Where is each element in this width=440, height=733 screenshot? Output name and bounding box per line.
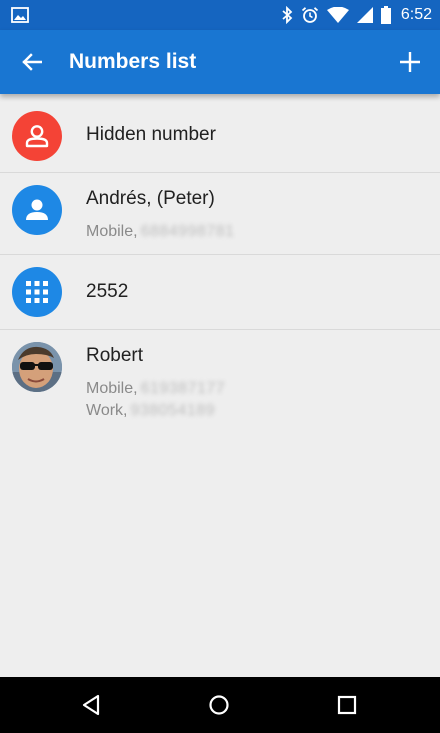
bluetooth-icon — [282, 6, 293, 24]
nav-recents-button[interactable] — [319, 677, 375, 733]
contact-name: 2552 — [86, 281, 129, 302]
add-number-button[interactable] — [392, 44, 428, 80]
person-icon — [12, 185, 62, 235]
nav-home-button[interactable] — [191, 677, 247, 733]
navigation-bar — [0, 677, 440, 733]
number-label: Work, — [86, 402, 128, 419]
number-value: 938054189 — [130, 402, 216, 419]
contact-name: Robert — [86, 345, 144, 366]
list-item-2552[interactable]: 2552 — [0, 255, 440, 330]
contact-name: Hidden number — [86, 124, 216, 145]
app-bar: Numbers list — [0, 30, 440, 94]
phone-number-line: Work, 938054189 — [86, 402, 215, 420]
list-item-hidden-number[interactable]: Hidden number — [0, 94, 440, 173]
picture-icon — [11, 7, 29, 23]
photo-avatar — [12, 342, 62, 392]
dialpad-icon — [12, 267, 62, 317]
screen: 6:52 Numbers list Hidden number Andrés, … — [0, 0, 440, 733]
list-item-andres[interactable]: Andrés, (Peter) Mobile, 6884998781 — [0, 173, 440, 255]
number-value: 6884998781 — [140, 223, 235, 240]
contact-name: Andrés, (Peter) — [86, 188, 215, 209]
wifi-icon — [326, 7, 349, 23]
nav-back-button[interactable] — [63, 677, 119, 733]
numbers-list: Hidden number Andrés, (Peter) Mobile, 688… — [0, 94, 440, 430]
status-time: 6:52 — [400, 6, 432, 23]
list-item-robert[interactable]: Robert Mobile, 619387177 Work, 938054189 — [0, 330, 440, 430]
battery-icon — [380, 6, 391, 24]
page-title: Numbers list — [69, 50, 197, 73]
nav-recents-icon — [337, 695, 357, 715]
plus-icon — [400, 52, 420, 72]
back-button[interactable] — [14, 44, 50, 80]
status-bar: 6:52 — [0, 0, 440, 30]
number-label: Mobile, — [86, 223, 138, 240]
arrow-back-icon — [22, 53, 42, 71]
person-outline-icon — [12, 111, 62, 161]
number-label: Mobile, — [86, 380, 138, 397]
signal-icon — [356, 7, 373, 23]
phone-number-line: Mobile, 6884998781 — [86, 223, 235, 241]
number-value: 619387177 — [140, 380, 226, 397]
nav-home-icon — [209, 695, 229, 715]
nav-back-icon — [82, 694, 100, 716]
phone-number-line: Mobile, 619387177 — [86, 380, 225, 398]
alarm-icon — [301, 7, 318, 23]
